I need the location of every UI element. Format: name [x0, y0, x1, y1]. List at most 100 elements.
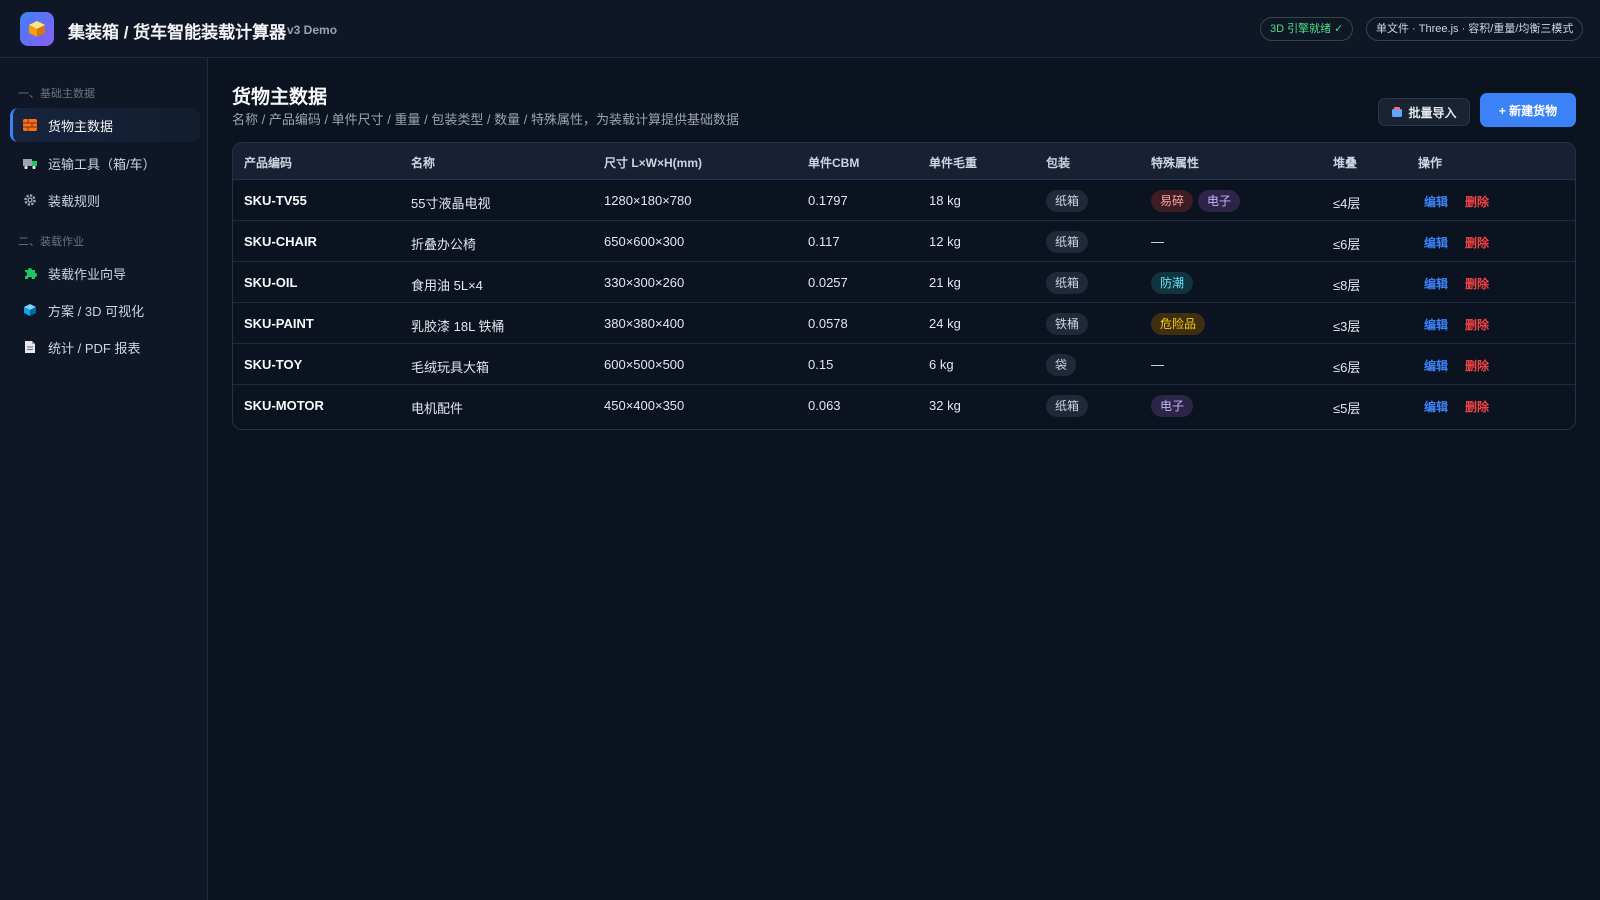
delete-button[interactable]: 删除	[1465, 357, 1489, 374]
sidebar-item-report[interactable]: 统计 / PDF 报表	[10, 330, 200, 364]
cell-cbm: 0.15	[808, 357, 834, 372]
cell-weight: 18 kg	[929, 193, 961, 208]
app-title: 集装箱 / 货车智能装载计算器	[68, 23, 287, 42]
column-header-dims: 尺寸 L×W×H(mm)	[604, 156, 703, 170]
cell-code: SKU-TOY	[244, 357, 303, 372]
attr-badge-fragile: 易碎	[1151, 190, 1194, 212]
pack-badge: 纸箱	[1046, 272, 1089, 294]
cell-name: 折叠办公椅	[411, 237, 477, 252]
box-icon	[29, 21, 45, 37]
cell-attrs-empty: —	[1151, 357, 1164, 372]
delete-button[interactable]: 删除	[1465, 234, 1489, 251]
attr-badge-electronic: 电子	[1198, 190, 1241, 212]
sidebar-item-label: 货物主数据	[48, 118, 114, 134]
pack-badge: 铁桶	[1046, 313, 1089, 335]
column-header-stack: 堆叠	[1333, 156, 1358, 170]
edit-button[interactable]: 编辑	[1424, 234, 1448, 251]
engine-status-badge: 3D 引擎就绪 ✓	[1260, 17, 1354, 41]
edit-button[interactable]: 编辑	[1424, 275, 1448, 292]
page-title: 货物主数据	[232, 87, 328, 108]
puzzle-icon	[22, 265, 38, 281]
cell-name: 乳胶漆 18L 铁桶	[411, 319, 505, 334]
column-header-weight: 单件毛重	[929, 156, 978, 170]
cell-name: 食用油 5L×4	[411, 278, 483, 293]
delete-button[interactable]: 删除	[1465, 398, 1489, 415]
attr-badge-hazardous: 危险品	[1151, 313, 1206, 335]
cell-dims: 380×380×400	[604, 316, 685, 331]
sidebar-section-basic: 一、基础主数据	[18, 88, 95, 100]
column-header-name: 名称	[411, 156, 436, 170]
delete-button[interactable]: 删除	[1465, 316, 1489, 333]
column-header-cbm: 单件CBM	[808, 156, 860, 170]
cell-stack: ≤6层	[1333, 360, 1361, 375]
column-header-actions: 操作	[1418, 156, 1443, 170]
cell-dims: 1280×180×780	[604, 193, 692, 208]
cell-weight: 32 kg	[929, 398, 961, 413]
gear-icon	[22, 192, 38, 208]
batch-import-button[interactable]: 批量导入	[1378, 98, 1470, 126]
sidebar: 一、基础主数据 货物主数据 运输工具（箱/车） 装载规则 二、装载作业 装载作业…	[0, 58, 208, 900]
cell-dims: 650×600×300	[604, 234, 685, 249]
column-header-attrs: 特殊属性	[1151, 156, 1200, 170]
cell-stack: ≤4层	[1333, 196, 1361, 211]
new-cargo-button[interactable]: + 新建货物	[1480, 93, 1576, 127]
cell-name: 电机配件	[411, 401, 464, 416]
sidebar-item-label: 方案 / 3D 可视化	[48, 303, 145, 319]
delete-button[interactable]: 删除	[1465, 275, 1489, 292]
edit-button[interactable]: 编辑	[1424, 357, 1448, 374]
cube-icon	[22, 302, 38, 318]
pack-badge: 纸箱	[1046, 395, 1089, 417]
table-row: SKU-TOY 毛绒玩具大箱 600×500×500 0.15 6 kg 袋 —…	[233, 344, 1575, 385]
cell-stack: ≤8层	[1333, 278, 1361, 293]
edit-button[interactable]: 编辑	[1424, 193, 1448, 210]
pack-badge: 纸箱	[1046, 231, 1089, 253]
cell-cbm: 0.0257	[808, 275, 848, 290]
table-row: SKU-OIL 食用油 5L×4 330×300×260 0.0257 21 k…	[233, 262, 1575, 303]
column-header-code: 产品编码	[244, 156, 293, 170]
edit-button[interactable]: 编辑	[1424, 398, 1448, 415]
cargo-table: 产品编码 名称 尺寸 L×W×H(mm) 单件CBM 单件毛重 包装 特殊属性 …	[232, 142, 1576, 430]
sidebar-item-label: 运输工具（箱/车）	[48, 156, 156, 172]
cell-attrs-empty: —	[1151, 234, 1164, 249]
sidebar-item-cargo-master[interactable]: 货物主数据	[10, 108, 200, 142]
top-bar: 集装箱 / 货车智能装载计算器 v3 Demo 3D 引擎就绪 ✓ 单文件 · …	[0, 0, 1600, 58]
cell-weight: 12 kg	[929, 234, 961, 249]
cell-dims: 330×300×260	[604, 275, 685, 290]
truck-icon	[22, 155, 38, 171]
sidebar-item-label: 装载作业向导	[48, 266, 127, 282]
cell-code: SKU-PAINT	[244, 316, 314, 331]
sidebar-item-label: 装载规则	[48, 193, 101, 209]
cell-weight: 21 kg	[929, 275, 961, 290]
attr-badge-electronic: 电子	[1151, 395, 1194, 417]
cell-cbm: 0.063	[808, 398, 841, 413]
delete-button[interactable]: 删除	[1465, 193, 1489, 210]
attr-badge-moisture: 防潮	[1151, 272, 1194, 294]
cell-cbm: 0.0578	[808, 316, 848, 331]
edit-button[interactable]: 编辑	[1424, 316, 1448, 333]
table-row: SKU-TV55 55寸液晶电视 1280×180×780 0.1797 18 …	[233, 180, 1575, 221]
cell-dims: 450×400×350	[604, 398, 685, 413]
cell-stack: ≤3层	[1333, 319, 1361, 334]
sidebar-item-3d-plan[interactable]: 方案 / 3D 可视化	[10, 293, 200, 327]
cell-dims: 600×500×500	[604, 357, 685, 372]
mode-info-badge: 单文件 · Three.js · 容积/重量/均衡三模式	[1366, 17, 1584, 41]
cell-weight: 6 kg	[929, 357, 954, 372]
table-row: SKU-PAINT 乳胶漆 18L 铁桶 380×380×400 0.0578 …	[233, 303, 1575, 344]
cell-stack: ≤6层	[1333, 237, 1361, 252]
cell-code: SKU-CHAIR	[244, 234, 317, 249]
sidebar-item-loading-wizard[interactable]: 装载作业向导	[10, 256, 200, 290]
sidebar-item-vehicles[interactable]: 运输工具（箱/车）	[10, 146, 200, 180]
cell-code: SKU-OIL	[244, 275, 298, 290]
page-subtitle: 名称 / 产品编码 / 单件尺寸 / 重量 / 包装类型 / 数量 / 特殊属性…	[232, 112, 740, 127]
cell-code: SKU-MOTOR	[244, 398, 324, 413]
import-icon	[1391, 106, 1403, 118]
sidebar-section-loading: 二、装载作业	[18, 236, 84, 248]
cell-name: 55寸液晶电视	[411, 196, 491, 211]
table-row: SKU-MOTOR 电机配件 450×400×350 0.063 32 kg 纸…	[233, 385, 1575, 426]
cell-cbm: 0.1797	[808, 193, 848, 208]
sidebar-item-loading-rules[interactable]: 装载规则	[10, 183, 200, 217]
table-header: 产品编码 名称 尺寸 L×W×H(mm) 单件CBM 单件毛重 包装 特殊属性 …	[233, 143, 1575, 180]
column-header-pack: 包装	[1046, 156, 1071, 170]
cell-stack: ≤5层	[1333, 401, 1361, 416]
cell-name: 毛绒玩具大箱	[411, 360, 490, 375]
